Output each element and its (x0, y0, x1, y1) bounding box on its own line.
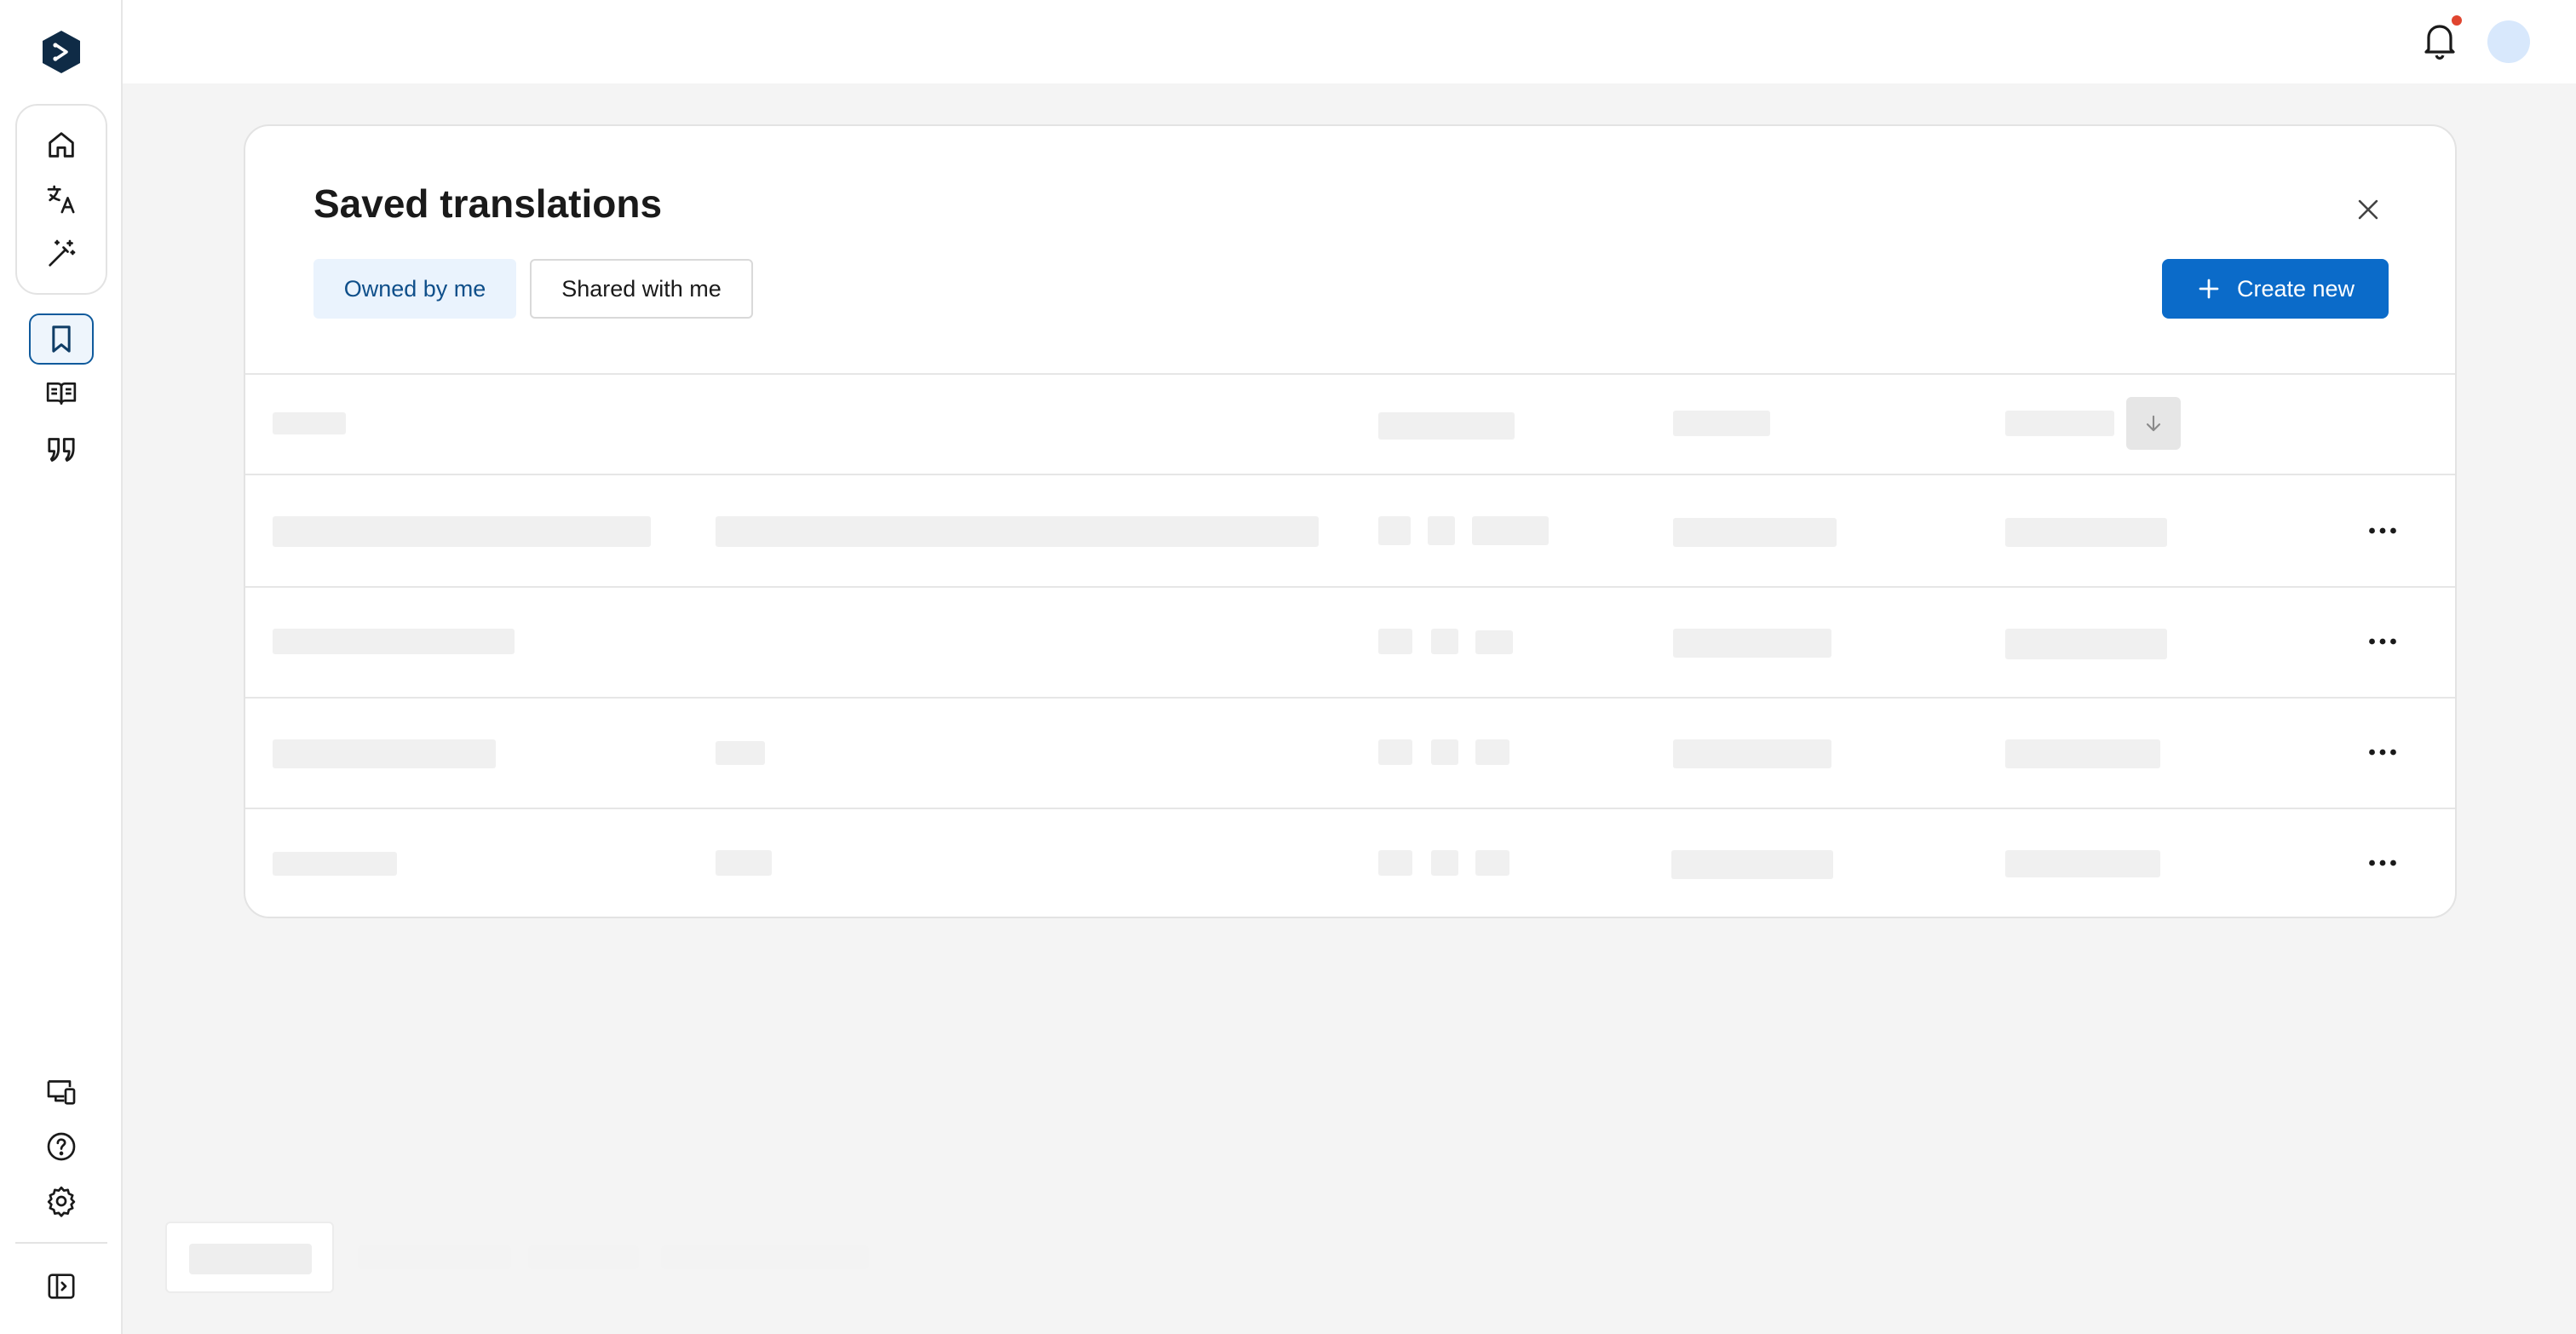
row-more-button[interactable] (2361, 629, 2404, 654)
nav-glossary[interactable] (29, 368, 94, 419)
sidebar-divider (15, 1242, 107, 1244)
bottom-placeholder-bar (661, 1245, 869, 1269)
nav-saved[interactable] (29, 313, 94, 365)
close-icon (2358, 199, 2378, 220)
skeleton-cell (1472, 516, 1549, 545)
nav-home[interactable] (29, 119, 94, 170)
help-icon (47, 1132, 76, 1161)
bottom-placeholder-bar (358, 1245, 511, 1269)
skeleton-cell (1431, 850, 1458, 876)
header-skeleton-languages (1378, 412, 1515, 440)
sidebar-toggle[interactable] (29, 1261, 94, 1312)
plus-icon (2199, 279, 2219, 299)
notification-badge (2452, 15, 2462, 26)
gear-icon (47, 1186, 76, 1217)
book-icon (46, 382, 77, 405)
avatar[interactable] (2487, 20, 2530, 63)
top-bar (123, 0, 2576, 83)
deepl-logo[interactable] (39, 29, 83, 77)
sidebar (0, 0, 123, 1334)
skeleton-cell (2005, 739, 2160, 768)
nav-help[interactable] (29, 1121, 94, 1172)
skeleton-cell (1378, 850, 1412, 876)
row-more-button[interactable] (2361, 850, 2404, 876)
create-new-label: Create new (2236, 275, 2355, 302)
create-new-button[interactable]: Create new (2162, 259, 2389, 319)
skeleton-cell (273, 852, 397, 876)
panel-title: Saved translations (313, 181, 663, 226)
devices-icon (47, 1080, 76, 1105)
notifications-button[interactable] (2419, 19, 2460, 63)
row-divider (245, 474, 2455, 475)
row-divider (245, 808, 2455, 809)
skeleton-cell (716, 516, 1319, 547)
header-skeleton-name (273, 412, 346, 434)
home-icon (49, 132, 74, 158)
skeleton-cell (1673, 629, 1831, 658)
skeleton-cell (273, 739, 496, 768)
skeleton-cell (2005, 850, 2160, 877)
sidebar-toggle-icon (48, 1274, 75, 1299)
translate-icon (47, 185, 75, 214)
more-horizontal-icon (2369, 860, 2396, 866)
saved-translations-panel: Saved translations Owned by me Shared wi… (244, 124, 2457, 918)
bottom-placeholder-bar (528, 1245, 639, 1269)
skeleton-cell (1378, 629, 1412, 654)
sort-button[interactable] (2126, 397, 2181, 450)
header-skeleton-modified (2005, 411, 2114, 436)
row-more-button[interactable] (2361, 518, 2404, 543)
skeleton-cell (1475, 850, 1509, 876)
more-horizontal-icon (2369, 527, 2396, 534)
quote-icon (48, 438, 75, 462)
nav-write[interactable] (29, 228, 94, 279)
skeleton-cell (1428, 516, 1455, 545)
arrow-down-icon (2146, 415, 2161, 432)
nav-devices[interactable] (29, 1067, 94, 1118)
header-skeleton-owner (1673, 411, 1770, 436)
skeleton-cell (2005, 629, 2167, 659)
skeleton-cell (1673, 739, 1831, 768)
tab-owned-by-me[interactable]: Owned by me (313, 259, 516, 319)
skeleton-cell (716, 850, 772, 876)
skeleton-cell (1673, 518, 1837, 547)
more-horizontal-icon (2369, 749, 2396, 756)
row-more-button[interactable] (2361, 739, 2404, 765)
bell-icon (2424, 25, 2455, 60)
close-button[interactable] (2351, 193, 2385, 227)
skeleton-cell (1671, 850, 1833, 879)
nav-settings[interactable] (29, 1176, 94, 1227)
skeleton-cell (273, 629, 515, 654)
skeleton-cell (1431, 629, 1458, 654)
skeleton-cell (1475, 630, 1513, 654)
skeleton-cell (1378, 739, 1412, 765)
magic-wand-icon (49, 239, 76, 267)
nav-translate[interactable] (29, 174, 94, 225)
tab-shared-with-me[interactable]: Shared with me (530, 259, 753, 319)
bottom-placeholder-bar (189, 1244, 312, 1274)
row-divider (245, 586, 2455, 588)
skeleton-cell (1431, 739, 1458, 765)
skeleton-cell (1475, 739, 1509, 765)
skeleton-cell (716, 741, 765, 765)
nav-styles[interactable] (29, 424, 94, 475)
skeleton-cell (273, 516, 651, 547)
skeleton-cell (2005, 518, 2167, 547)
skeleton-cell (1378, 516, 1411, 545)
more-horizontal-icon (2369, 638, 2396, 645)
bookmark-icon (52, 325, 71, 353)
row-divider (245, 697, 2455, 699)
table-top-border (245, 373, 2455, 375)
